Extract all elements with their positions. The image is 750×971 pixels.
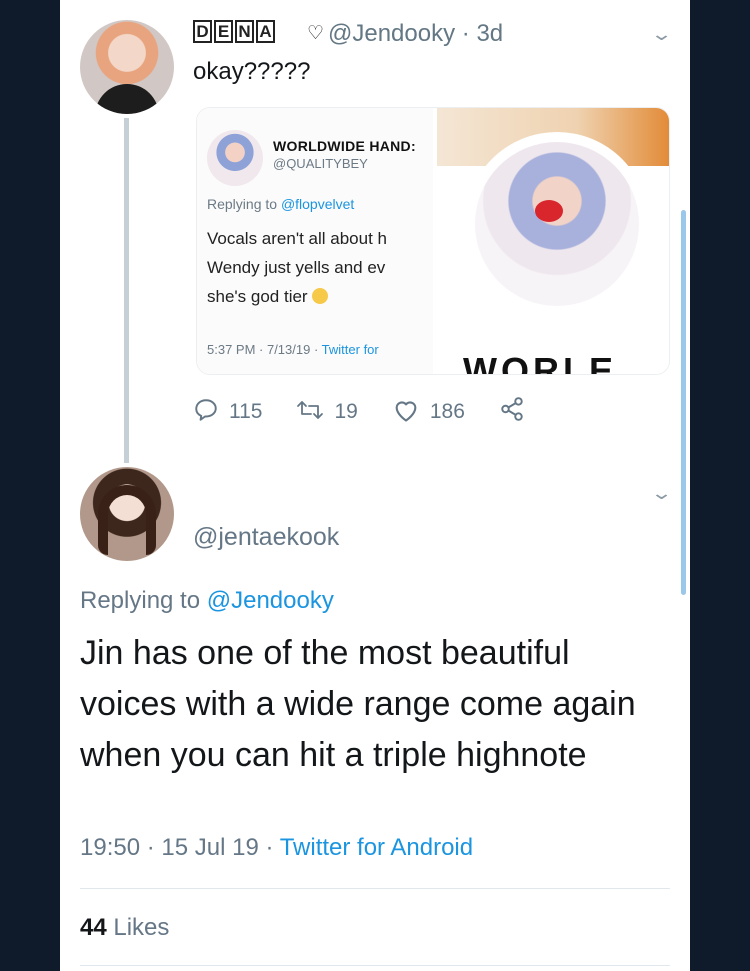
- chevron-down-icon[interactable]: ⌄: [650, 483, 673, 504]
- quoted-timestamp: 5:37 PM · 7/13/19 · Twitter for: [207, 342, 379, 357]
- tweet-text: okay?????: [193, 58, 311, 85]
- like-button[interactable]: 186: [392, 397, 465, 428]
- quoted-body: Vocals aren't all about h Wendy just yel…: [207, 229, 387, 306]
- likes-summary[interactable]: 44 Likes: [80, 914, 169, 942]
- time-ago: · 3d: [461, 20, 504, 47]
- frame-left: [0, 0, 60, 971]
- reply-count: 115: [229, 400, 263, 423]
- reply-button[interactable]: 115: [193, 397, 262, 428]
- tweet-handle[interactable]: @Jendooky · 3d: [328, 20, 503, 48]
- display-name-letter: N: [235, 20, 254, 43]
- retweet-count: 19: [334, 400, 358, 423]
- retweet-icon: [296, 398, 324, 427]
- quoted-name: WORLDWIDE HAND:: [273, 138, 416, 154]
- display-name-letter: A: [256, 20, 275, 43]
- retweet-button[interactable]: 19: [296, 398, 358, 427]
- name-heart-icon: ♡: [307, 23, 325, 44]
- avatar[interactable]: [80, 467, 174, 561]
- quoted-profile-screenshot: WORLE: [437, 108, 669, 375]
- quoted-handle: @QUALITYBEY: [273, 156, 368, 171]
- crying-emoji-icon: [311, 288, 328, 304]
- quoted-tweet-screenshot: WORLDWIDE HAND: @QUALITYBEY Replying to …: [197, 108, 433, 374]
- quoted-replying-to: Replying to @flopvelvet: [207, 196, 355, 212]
- profile-name-partial: WORLE: [463, 350, 617, 375]
- heart-icon: [392, 397, 420, 428]
- likes-count: 44: [80, 914, 107, 941]
- avatar[interactable]: [80, 20, 174, 114]
- share-icon: [499, 396, 525, 428]
- chevron-down-icon[interactable]: ⌄: [650, 24, 673, 45]
- source-link[interactable]: Twitter for Android: [280, 834, 473, 861]
- reply-text: Jin has one of the most beautiful voices…: [80, 634, 636, 774]
- handle-text: @Jendooky: [328, 20, 456, 47]
- attached-image[interactable]: WORLDWIDE HAND: @QUALITYBEY Replying to …: [196, 107, 670, 375]
- reply-icon: [193, 397, 219, 428]
- scrollbar[interactable]: [681, 210, 686, 595]
- like-count: 186: [429, 400, 465, 423]
- likes-label: Likes: [113, 914, 170, 941]
- display-name-letter: E: [214, 20, 233, 43]
- reply-handle[interactable]: @jentaekook: [193, 523, 339, 552]
- frame-right: [690, 0, 750, 971]
- divider: [80, 888, 670, 889]
- divider: [80, 965, 670, 966]
- thread-connector-line: [124, 118, 129, 463]
- tweet-actions: 115 19 186: [193, 396, 559, 428]
- display-name[interactable]: D E N A: [193, 20, 275, 43]
- replying-to-link[interactable]: @Jendooky: [207, 587, 334, 614]
- profile-avatar: [469, 136, 645, 312]
- display-name-letter: D: [193, 20, 212, 43]
- tweet-timestamp: 19:50 · 15 Jul 19 · Twitter for Android: [80, 834, 474, 861]
- tweet-screen: D E N A ♡ @Jendooky · 3d ⌄ okay????? WOR…: [60, 0, 690, 971]
- quoted-avatar: [207, 130, 263, 186]
- replying-to: Replying to @Jendooky: [80, 587, 334, 614]
- share-button[interactable]: [499, 396, 525, 428]
